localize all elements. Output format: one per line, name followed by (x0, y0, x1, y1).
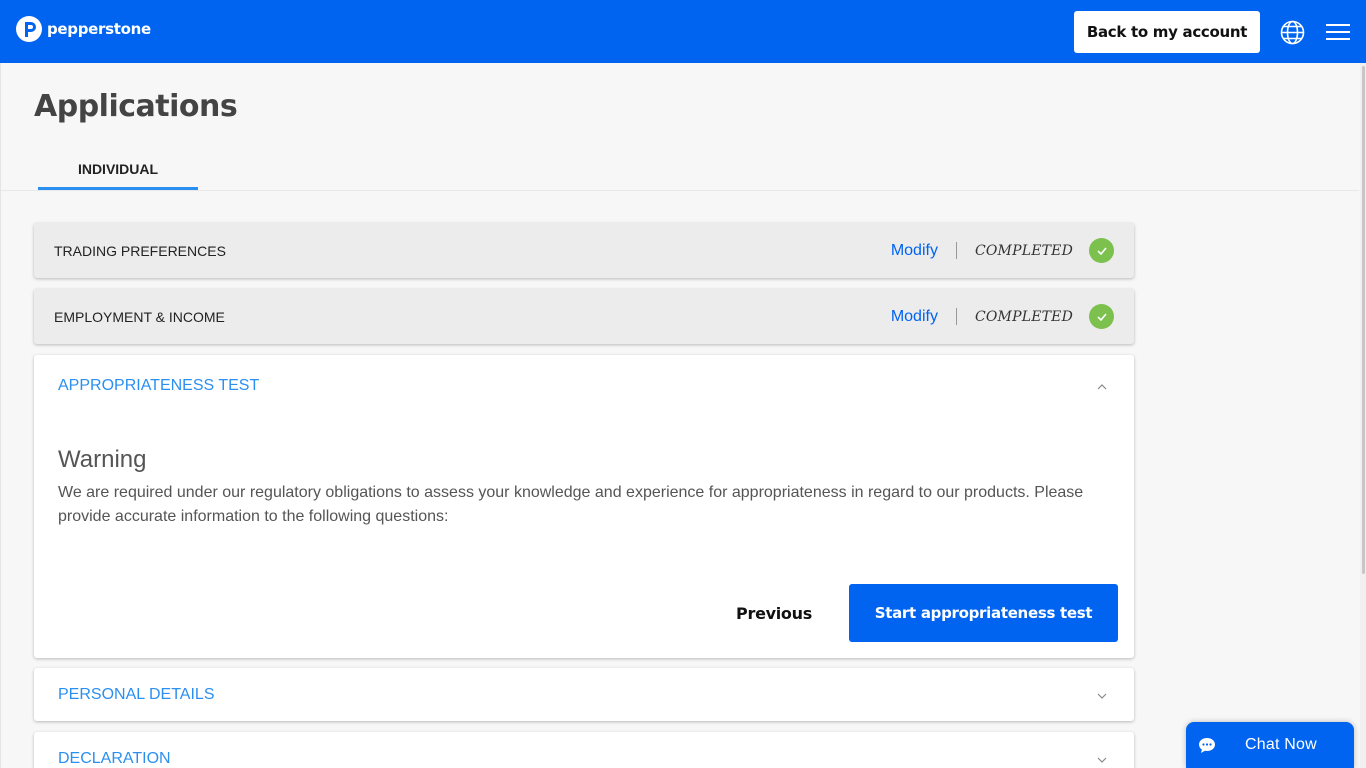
section-title: TRADING PREFERENCES (54, 242, 226, 259)
check-icon (1089, 304, 1114, 329)
warning-title: Warning (58, 446, 147, 473)
divider (955, 308, 957, 325)
back-to-account-button[interactable]: Back to my account (1074, 11, 1260, 53)
section-status-group: Modify COMPLETED (891, 223, 1114, 278)
chevron-down-icon[interactable] (1096, 689, 1108, 701)
tab-divider (1, 190, 1359, 191)
start-appropriateness-test-button[interactable]: Start appropriateness test (849, 584, 1118, 642)
modify-employment-link[interactable]: Modify (891, 308, 938, 326)
chevron-up-icon[interactable] (1096, 380, 1108, 392)
logo-mark-icon (16, 16, 42, 42)
tab-individual[interactable]: INDIVIDUAL (38, 149, 198, 190)
chevron-down-icon[interactable] (1096, 753, 1108, 765)
warning-text: We are required under our regulatory obl… (58, 484, 1084, 525)
hamburger-menu-icon[interactable] (1326, 22, 1350, 42)
chat-bubble-icon (1198, 737, 1216, 754)
employment-income-section[interactable]: EMPLOYMENT & INCOME Modify COMPLETED (34, 289, 1134, 344)
section-title: PERSONAL DETAILS (58, 686, 215, 703)
chat-now-button[interactable]: Chat Now (1186, 722, 1354, 768)
applications-page: Applications INDIVIDUAL TRADING PREFEREN… (0, 63, 1359, 768)
globe-icon[interactable] (1280, 20, 1305, 45)
trading-preferences-section[interactable]: TRADING PREFERENCES Modify COMPLETED (34, 223, 1134, 278)
divider (955, 242, 957, 259)
page-scrollbar-thumb[interactable] (1362, 66, 1365, 574)
section-title[interactable]: APPROPRIATENESS TEST (58, 377, 259, 395)
logo-text: pepperstone (47, 20, 151, 38)
check-icon (1089, 238, 1114, 263)
pepperstone-logo[interactable]: pepperstone (16, 16, 151, 42)
personal-details-section[interactable]: PERSONAL DETAILS (34, 668, 1134, 721)
section-title: EMPLOYMENT & INCOME (54, 308, 225, 325)
appropriateness-test-section: APPROPRIATENESS TEST Warning We are requ… (34, 355, 1134, 658)
previous-button[interactable]: Previous (724, 584, 824, 642)
modify-trading-link[interactable]: Modify (891, 242, 938, 260)
section-status-group: Modify COMPLETED (891, 289, 1114, 344)
section-title: DECLARATION (58, 750, 171, 767)
top-navigation-bar: pepperstone Back to my account (0, 0, 1366, 63)
status-label: COMPLETED (974, 242, 1073, 259)
page-title: Applications (34, 89, 238, 124)
status-label: COMPLETED (974, 308, 1073, 325)
declaration-section[interactable]: DECLARATION (34, 732, 1134, 768)
chat-label: Chat Now (1245, 736, 1317, 753)
